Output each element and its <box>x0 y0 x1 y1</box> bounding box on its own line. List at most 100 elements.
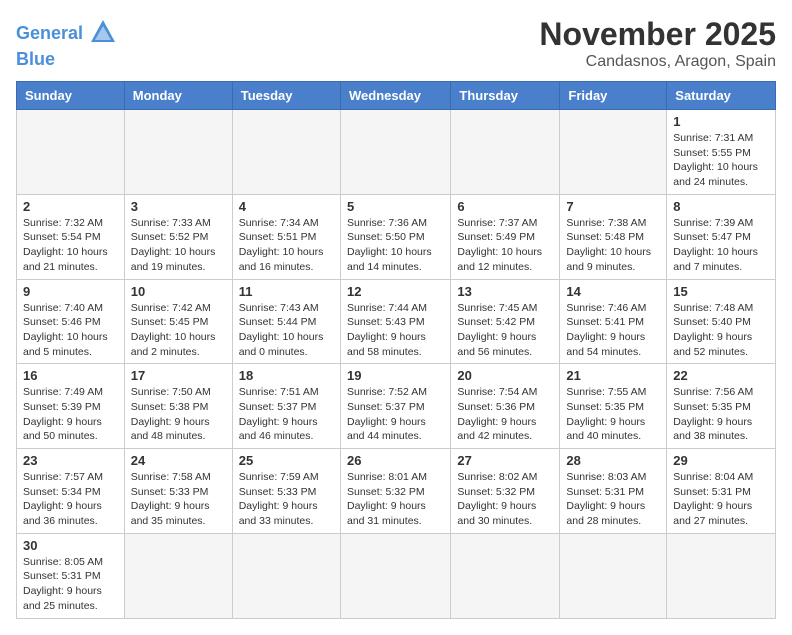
day-info: Sunrise: 7:31 AM Sunset: 5:55 PM Dayligh… <box>673 131 769 190</box>
calendar-cell: 5 Sunrise: 7:36 AM Sunset: 5:50 PM Daylig… <box>340 194 450 279</box>
weekday-header-saturday: Saturday <box>667 82 776 110</box>
day-info: Sunrise: 7:51 AM Sunset: 5:37 PM Dayligh… <box>239 385 334 444</box>
calendar-cell <box>340 110 450 195</box>
weekday-header-friday: Friday <box>560 82 667 110</box>
calendar-cell: 25 Sunrise: 7:59 AM Sunset: 5:33 PM Dayli… <box>232 449 340 534</box>
calendar-cell: 4 Sunrise: 7:34 AM Sunset: 5:51 PM Daylig… <box>232 194 340 279</box>
day-info: Sunrise: 8:02 AM Sunset: 5:32 PM Dayligh… <box>457 470 553 529</box>
calendar-cell <box>232 533 340 618</box>
weekday-header-tuesday: Tuesday <box>232 82 340 110</box>
calendar-cell: 18Sunrise: 7:51 AM Sunset: 5:37 PM Dayli… <box>232 364 340 449</box>
day-info: Sunrise: 8:05 AM Sunset: 5:31 PM Dayligh… <box>23 555 118 614</box>
day-info: Sunrise: 8:04 AM Sunset: 5:31 PM Dayligh… <box>673 470 769 529</box>
calendar-cell: 29 Sunrise: 8:04 AM Sunset: 5:31 PM Dayli… <box>667 449 776 534</box>
calendar-cell: 27 Sunrise: 8:02 AM Sunset: 5:32 PM Dayli… <box>451 449 560 534</box>
weekday-header-wednesday: Wednesday <box>340 82 450 110</box>
day-number: 23 <box>23 453 118 468</box>
calendar-cell: 15Sunrise: 7:48 AM Sunset: 5:40 PM Dayli… <box>667 279 776 364</box>
logo-text: General <box>16 24 83 44</box>
day-info: Sunrise: 7:46 AM Sunset: 5:41 PM Dayligh… <box>566 301 660 360</box>
day-info: Sunrise: 7:58 AM Sunset: 5:33 PM Dayligh… <box>131 470 226 529</box>
day-info: Sunrise: 7:42 AM Sunset: 5:45 PM Dayligh… <box>131 301 226 360</box>
day-number: 17 <box>131 368 226 383</box>
calendar-cell: 26 Sunrise: 8:01 AM Sunset: 5:32 PM Dayli… <box>340 449 450 534</box>
calendar-cell: 16 Sunrise: 7:49 AM Sunset: 5:39 PM Dayli… <box>17 364 125 449</box>
calendar-cell <box>451 110 560 195</box>
calendar-week-row: 23Sunrise: 7:57 AM Sunset: 5:34 PM Dayli… <box>17 449 776 534</box>
day-info: Sunrise: 7:54 AM Sunset: 5:36 PM Dayligh… <box>457 385 553 444</box>
day-info: Sunrise: 8:03 AM Sunset: 5:31 PM Dayligh… <box>566 470 660 529</box>
day-number: 22 <box>673 368 769 383</box>
calendar-cell: 9 Sunrise: 7:40 AM Sunset: 5:46 PM Daylig… <box>17 279 125 364</box>
calendar-week-row: 30 Sunrise: 8:05 AM Sunset: 5:31 PM Dayli… <box>17 533 776 618</box>
calendar-title: November 2025 <box>539 16 776 53</box>
calendar-cell: 8Sunrise: 7:39 AM Sunset: 5:47 PM Daylig… <box>667 194 776 279</box>
day-number: 25 <box>239 453 334 468</box>
day-info: Sunrise: 7:59 AM Sunset: 5:33 PM Dayligh… <box>239 470 334 529</box>
day-info: Sunrise: 7:43 AM Sunset: 5:44 PM Dayligh… <box>239 301 334 360</box>
day-info: Sunrise: 7:36 AM Sunset: 5:50 PM Dayligh… <box>347 216 444 275</box>
day-number: 27 <box>457 453 553 468</box>
day-number: 7 <box>566 199 660 214</box>
calendar-cell: 14Sunrise: 7:46 AM Sunset: 5:41 PM Dayli… <box>560 279 667 364</box>
calendar-cell: 28 Sunrise: 8:03 AM Sunset: 5:31 PM Dayli… <box>560 449 667 534</box>
day-number: 29 <box>673 453 769 468</box>
day-number: 2 <box>23 199 118 214</box>
calendar-cell: 7 Sunrise: 7:38 AM Sunset: 5:48 PM Daylig… <box>560 194 667 279</box>
day-info: Sunrise: 7:49 AM Sunset: 5:39 PM Dayligh… <box>23 385 118 444</box>
day-number: 6 <box>457 199 553 214</box>
calendar-cell: 24 Sunrise: 7:58 AM Sunset: 5:33 PM Dayli… <box>124 449 232 534</box>
calendar-subtitle: Candasnos, Aragon, Spain <box>539 53 776 71</box>
day-info: Sunrise: 7:45 AM Sunset: 5:42 PM Dayligh… <box>457 301 553 360</box>
day-info: Sunrise: 7:40 AM Sunset: 5:46 PM Dayligh… <box>23 301 118 360</box>
calendar-cell: 21Sunrise: 7:55 AM Sunset: 5:35 PM Dayli… <box>560 364 667 449</box>
day-number: 12 <box>347 284 444 299</box>
calendar-cell: 17Sunrise: 7:50 AM Sunset: 5:38 PM Dayli… <box>124 364 232 449</box>
calendar-week-row: 1 Sunrise: 7:31 AM Sunset: 5:55 PM Daylig… <box>17 110 776 195</box>
calendar-cell <box>560 533 667 618</box>
day-number: 28 <box>566 453 660 468</box>
day-number: 26 <box>347 453 444 468</box>
calendar-cell: 12 Sunrise: 7:44 AM Sunset: 5:43 PM Dayli… <box>340 279 450 364</box>
day-number: 11 <box>239 284 334 299</box>
calendar-week-row: 16 Sunrise: 7:49 AM Sunset: 5:39 PM Dayli… <box>17 364 776 449</box>
header: General Blue November 2025 Candasnos, Ar… <box>16 16 776 71</box>
day-number: 5 <box>347 199 444 214</box>
day-number: 24 <box>131 453 226 468</box>
day-number: 4 <box>239 199 334 214</box>
calendar-cell: 19Sunrise: 7:52 AM Sunset: 5:37 PM Dayli… <box>340 364 450 449</box>
day-number: 1 <box>673 114 769 129</box>
weekday-header-thursday: Thursday <box>451 82 560 110</box>
day-number: 9 <box>23 284 118 299</box>
logo: General Blue <box>16 16 117 70</box>
calendar-cell <box>667 533 776 618</box>
calendar-cell <box>232 110 340 195</box>
day-info: Sunrise: 7:34 AM Sunset: 5:51 PM Dayligh… <box>239 216 334 275</box>
day-number: 16 <box>23 368 118 383</box>
calendar-cell: 13 Sunrise: 7:45 AM Sunset: 5:42 PM Dayli… <box>451 279 560 364</box>
day-info: Sunrise: 7:48 AM Sunset: 5:40 PM Dayligh… <box>673 301 769 360</box>
day-info: Sunrise: 7:44 AM Sunset: 5:43 PM Dayligh… <box>347 301 444 360</box>
day-info: Sunrise: 7:52 AM Sunset: 5:37 PM Dayligh… <box>347 385 444 444</box>
calendar-week-row: 2Sunrise: 7:32 AM Sunset: 5:54 PM Daylig… <box>17 194 776 279</box>
day-info: Sunrise: 7:56 AM Sunset: 5:35 PM Dayligh… <box>673 385 769 444</box>
day-number: 3 <box>131 199 226 214</box>
day-info: Sunrise: 7:38 AM Sunset: 5:48 PM Dayligh… <box>566 216 660 275</box>
weekday-header-row: SundayMondayTuesdayWednesdayThursdayFrid… <box>17 82 776 110</box>
day-info: Sunrise: 8:01 AM Sunset: 5:32 PM Dayligh… <box>347 470 444 529</box>
calendar-cell: 23Sunrise: 7:57 AM Sunset: 5:34 PM Dayli… <box>17 449 125 534</box>
calendar-cell <box>124 533 232 618</box>
calendar-cell: 3 Sunrise: 7:33 AM Sunset: 5:52 PM Daylig… <box>124 194 232 279</box>
calendar-cell <box>560 110 667 195</box>
day-info: Sunrise: 7:33 AM Sunset: 5:52 PM Dayligh… <box>131 216 226 275</box>
title-block: November 2025 Candasnos, Aragon, Spain <box>539 16 776 71</box>
calendar-cell <box>17 110 125 195</box>
day-number: 13 <box>457 284 553 299</box>
calendar-cell: 11 Sunrise: 7:43 AM Sunset: 5:44 PM Dayli… <box>232 279 340 364</box>
calendar-cell: 20Sunrise: 7:54 AM Sunset: 5:36 PM Dayli… <box>451 364 560 449</box>
day-number: 10 <box>131 284 226 299</box>
day-number: 8 <box>673 199 769 214</box>
calendar-cell: 10 Sunrise: 7:42 AM Sunset: 5:45 PM Dayli… <box>124 279 232 364</box>
calendar-cell: 6Sunrise: 7:37 AM Sunset: 5:49 PM Daylig… <box>451 194 560 279</box>
day-number: 30 <box>23 538 118 553</box>
